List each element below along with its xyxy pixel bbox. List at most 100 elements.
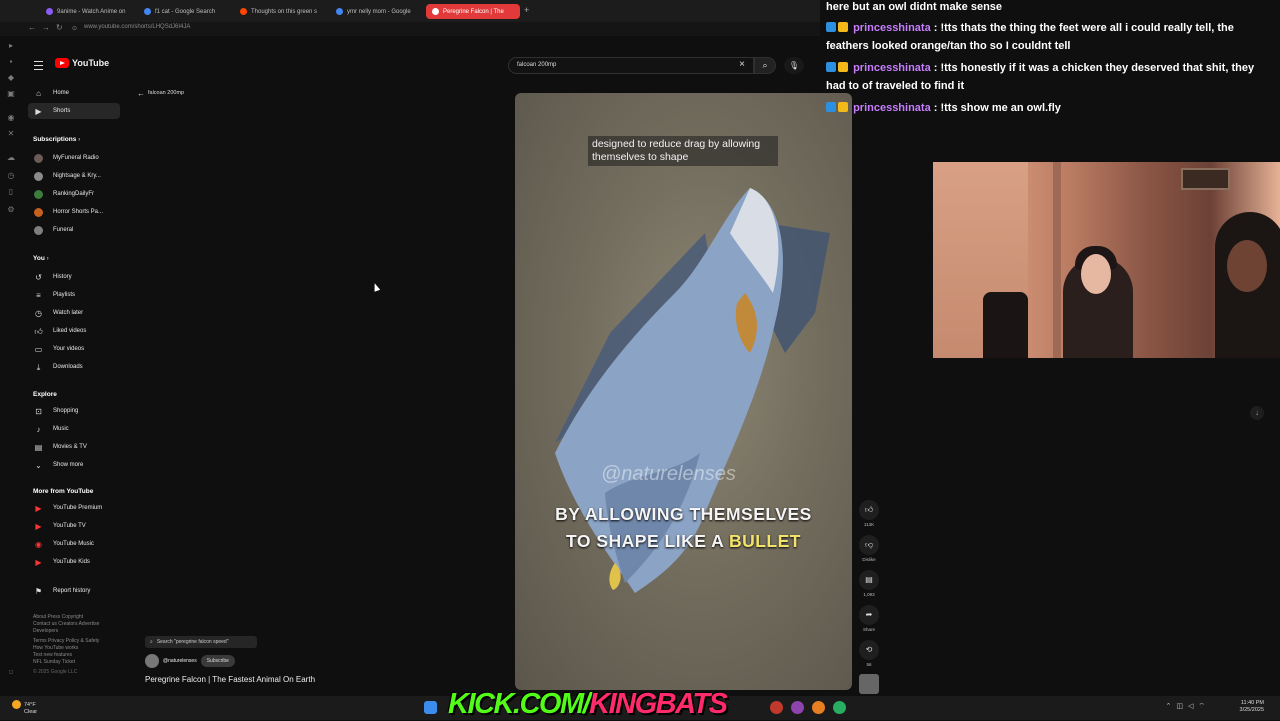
video-title[interactable]: Peregrine Falcon | The Fastest Animal On… bbox=[145, 675, 315, 684]
sidebar-app-icon[interactable]: ⚙ bbox=[6, 205, 16, 215]
chevron-up-icon[interactable]: ⌃ bbox=[1166, 703, 1177, 710]
sidebar-app-icon[interactable]: ▸ bbox=[6, 41, 16, 51]
comment-icon[interactable]: ▤ bbox=[859, 570, 879, 590]
remix-action[interactable]: ⟲ 56 bbox=[858, 640, 880, 667]
search-back-label[interactable]: falcoan 200mp bbox=[148, 90, 184, 96]
footer-link[interactable]: Developers bbox=[33, 628, 128, 635]
next-video-button[interactable]: ↓ bbox=[1250, 406, 1264, 420]
sidebar-app-icon[interactable]: ▪ bbox=[6, 57, 16, 67]
subscription-item[interactable]: Horror Shorts Pa... bbox=[28, 204, 120, 220]
sidebar-app-icon[interactable]: ◷ bbox=[6, 171, 16, 181]
sidebar-item-youtube-kids[interactable]: ▶ YouTube Kids bbox=[28, 554, 120, 570]
sidebar-app-icon[interactable]: ▣ bbox=[6, 89, 16, 99]
browser-tab[interactable]: 9anime - Watch Anime on bbox=[40, 4, 134, 19]
sidebar-item-home[interactable]: ⌂ Home bbox=[28, 85, 120, 101]
avatar[interactable] bbox=[145, 654, 159, 668]
network-icon[interactable]: ◫ bbox=[1176, 703, 1188, 710]
sidebar-item-music[interactable]: ♪ Music bbox=[28, 421, 120, 437]
footer-link[interactable]: Test new features bbox=[33, 652, 128, 659]
remix-icon[interactable]: ⟲ bbox=[859, 640, 879, 660]
browser-tab[interactable]: Thoughts on this green s bbox=[234, 4, 328, 19]
channel-name[interactable]: @naturelenses bbox=[163, 658, 197, 664]
new-tab-icon[interactable]: + bbox=[524, 5, 529, 15]
sidebar-app-icon[interactable]: ◉ bbox=[6, 113, 16, 123]
sidebar-item-youtube-tv[interactable]: ▶ YouTube TV bbox=[28, 518, 120, 534]
back-icon[interactable]: ← bbox=[28, 23, 36, 32]
back-arrow-icon[interactable]: ← bbox=[137, 89, 145, 98]
browser-tab-active[interactable]: Peregrine Falcon | The bbox=[426, 4, 520, 19]
home-icon: ⌂ bbox=[36, 88, 41, 98]
youtube-logo[interactable]: YouTube bbox=[55, 58, 109, 68]
sidebar-app-icon[interactable]: ☁ bbox=[6, 153, 16, 163]
sidebar-item-downloads[interactable]: ⤓ Downloads bbox=[28, 359, 120, 375]
search-button[interactable]: ⌕ bbox=[754, 57, 776, 74]
sidebar-app-icon[interactable]: ◆ bbox=[6, 73, 16, 83]
sidebar-item-shorts[interactable]: ▶ Shorts bbox=[28, 103, 120, 119]
kick-channel-name: KINGBATS bbox=[589, 688, 728, 720]
audio-thumbnail-icon[interactable] bbox=[859, 674, 879, 694]
wifi-icon[interactable]: ⌔ bbox=[1198, 703, 1210, 710]
like-action[interactable]: 👍︎ 113K bbox=[858, 500, 880, 527]
taskbar-clock[interactable]: 11:40 PM 3/25/2025 bbox=[1240, 700, 1264, 714]
search-input[interactable]: falcoan 200mp × bbox=[508, 57, 754, 74]
footer-link[interactable]: About Press Copyright bbox=[33, 614, 128, 621]
clear-search-icon[interactable]: × bbox=[739, 59, 745, 70]
subscription-item[interactable]: Nightsage & Kry... bbox=[28, 168, 120, 184]
browser-tab[interactable]: ymr nelly mom - Google bbox=[330, 4, 424, 19]
sidebar-item-playlists[interactable]: ≡ Playlists bbox=[28, 287, 120, 303]
you-heading[interactable]: You › bbox=[33, 255, 49, 262]
subscription-item[interactable]: RankingDailyFr bbox=[28, 186, 120, 202]
subscription-item[interactable]: MyFuneral Radio bbox=[28, 150, 120, 166]
weather-widget[interactable]: 74°F Clear bbox=[12, 700, 37, 716]
subscribe-button[interactable]: Subscribe bbox=[200, 655, 235, 667]
shorts-video-player[interactable]: designed to reduce drag by allowing them… bbox=[515, 93, 852, 690]
sidebar-app-icon[interactable]: ✕ bbox=[6, 129, 16, 139]
chrome-icon[interactable] bbox=[833, 701, 846, 714]
windows-start-icon[interactable] bbox=[424, 701, 437, 714]
system-tray[interactable]: ⌃◫◁⌔ bbox=[1166, 702, 1210, 711]
sidebar-item-shopping[interactable]: ⊡ Shopping bbox=[28, 403, 120, 419]
browser-tab[interactable]: f1 cat - Google Search bbox=[138, 4, 232, 19]
url-field[interactable]: www.youtube.com/shorts/LHQSdJ6I4JA bbox=[84, 24, 190, 30]
sidebar-item-history[interactable]: ↺ History bbox=[28, 269, 120, 285]
temperature: 74°F bbox=[24, 701, 36, 708]
subscription-label: RankingDailyFr bbox=[53, 191, 95, 197]
footer-link[interactable]: Contact us Creators Advertise bbox=[33, 621, 128, 628]
chat-username: princesshinata bbox=[853, 22, 931, 34]
app-icon[interactable] bbox=[812, 701, 825, 714]
sidebar-item-premium[interactable]: ▶ YouTube Premium bbox=[28, 500, 120, 516]
dislike-action[interactable]: 👎︎ Dislike bbox=[858, 535, 880, 562]
sound-thumbnail[interactable] bbox=[858, 674, 880, 694]
app-icon[interactable] bbox=[791, 701, 804, 714]
sidebar-app-icon[interactable]: ◻ bbox=[6, 667, 16, 677]
sidebar-item-movies[interactable]: ▤ Movies & TV bbox=[28, 439, 120, 455]
sidebar-item-liked-videos[interactable]: 👍︎ Liked videos bbox=[28, 323, 120, 339]
app-icon[interactable] bbox=[770, 701, 783, 714]
voice-search-button[interactable]: 🎙︎ bbox=[784, 57, 804, 74]
footer-link[interactable]: Terms Privacy Policy & Safety bbox=[33, 638, 128, 645]
sidebar-item-youtube-music[interactable]: ◉ YouTube Music bbox=[28, 536, 120, 552]
footer-link[interactable]: How YouTube works bbox=[33, 645, 128, 652]
subscriptions-heading[interactable]: Subscriptions › bbox=[33, 136, 80, 143]
chat-message: princesshinata : !tts honestly if it was… bbox=[826, 59, 1276, 95]
site-info-icon[interactable]: ⊙ bbox=[72, 25, 77, 32]
comments-action[interactable]: ▤ 1,093 bbox=[858, 570, 880, 597]
forward-icon[interactable]: → bbox=[42, 23, 50, 32]
subscription-item[interactable]: Funeral bbox=[28, 222, 120, 238]
sidebar-item-report-history[interactable]: ⚑ Report history bbox=[28, 583, 120, 599]
sidebar-app-icon[interactable]: ▯ bbox=[6, 187, 16, 197]
volume-icon[interactable]: ◁ bbox=[1188, 703, 1198, 710]
sidebar-item-your-videos[interactable]: ▭ Your videos bbox=[28, 341, 120, 357]
share-icon[interactable]: ➦ bbox=[859, 605, 879, 625]
related-search-chip[interactable]: ⌕ Search "peregrine falcon speed" bbox=[145, 636, 257, 648]
sidebar-item-watch-later[interactable]: ◷ Watch later bbox=[28, 305, 120, 321]
reload-icon[interactable]: ↻ bbox=[56, 23, 63, 32]
sidebar-item-show-more[interactable]: ⌄ Show more bbox=[28, 457, 120, 473]
search-icon: ⌕ bbox=[762, 60, 768, 70]
menu-icon[interactable] bbox=[34, 61, 43, 70]
footer-link[interactable]: NFL Sunday Ticket bbox=[33, 659, 128, 666]
dislike-label: Dislike bbox=[862, 557, 876, 562]
thumbs-down-icon[interactable]: 👎︎ bbox=[859, 535, 879, 555]
share-action[interactable]: ➦ Share bbox=[858, 605, 880, 632]
thumbs-up-icon[interactable]: 👍︎ bbox=[859, 500, 879, 520]
